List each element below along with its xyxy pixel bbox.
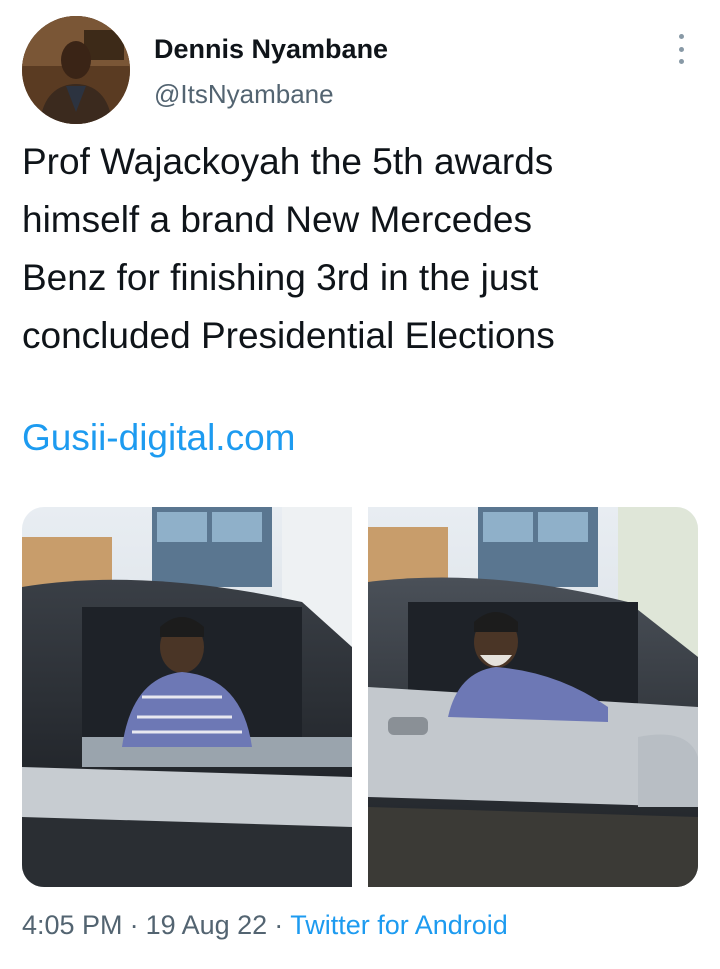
tweet-link[interactable]: Gusii-digital.com [22,417,295,459]
separator: · [129,910,139,940]
more-dot [678,46,684,52]
tweet-text-line: Benz for finishing 3rd in the just [22,257,539,298]
tweet-time[interactable]: 4:05 PM [22,910,123,940]
tweet-text: Prof Wajackoyah the 5th awards himself a… [22,133,702,365]
tweet-text-line: Prof Wajackoyah the 5th awards [22,141,554,182]
more-options-icon[interactable] [668,34,694,64]
author-avatar[interactable] [22,16,130,124]
tweet-date[interactable]: 19 Aug 22 [146,910,268,940]
tweet-source[interactable]: Twitter for Android [290,910,508,940]
more-dot [678,34,684,39]
tweet-text-line: himself a brand New Mercedes [22,199,532,240]
photo-man-in-car-icon [22,507,352,887]
author-name[interactable]: Dennis Nyambane [154,34,388,65]
photo-man-in-car-icon [368,507,698,887]
more-dot [678,59,684,64]
separator: · [274,910,284,940]
tweet-meta: 4:05 PM · 19 Aug 22 · Twitter for Android [22,910,508,941]
user-avatar-photo-icon [22,16,130,124]
media-image-1[interactable] [22,507,352,887]
author-handle[interactable]: @ItsNyambane [154,79,334,110]
tweet-text-line: concluded Presidential Elections [22,315,555,356]
media-image-2[interactable] [368,507,698,887]
